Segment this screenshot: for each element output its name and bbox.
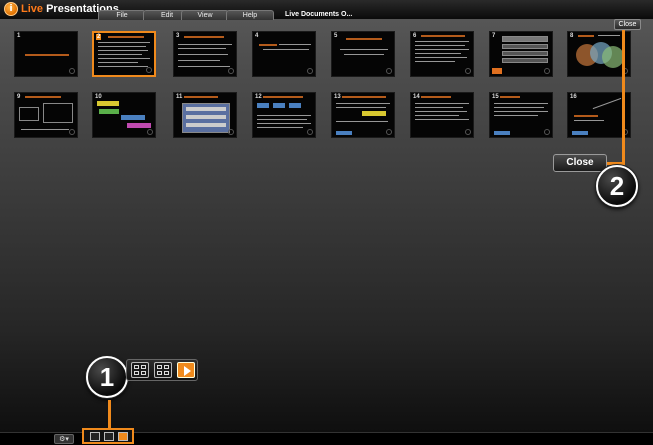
slide-number: 8 bbox=[570, 33, 574, 39]
slide-corner-icon bbox=[228, 68, 234, 74]
slide-number: 11 bbox=[176, 94, 183, 100]
slide-thumb-9[interactable]: 9 bbox=[14, 92, 78, 138]
callout-2-line bbox=[622, 30, 625, 162]
slide-corner-icon bbox=[146, 67, 152, 73]
slide-thumb-11[interactable]: 11 bbox=[173, 92, 237, 138]
slide-corner-icon bbox=[544, 68, 550, 74]
slide-thumb-10[interactable]: 10 bbox=[92, 92, 156, 138]
slide-corner-icon bbox=[307, 129, 313, 135]
slide-number: 6 bbox=[413, 33, 417, 39]
slide-corner-icon bbox=[465, 68, 471, 74]
slide-number: 7 bbox=[492, 33, 496, 39]
slide-corner-icon bbox=[147, 129, 153, 135]
slide-corner-icon bbox=[386, 129, 392, 135]
slide-corner-icon bbox=[544, 129, 550, 135]
slide-number: 16 bbox=[570, 94, 577, 100]
list-view-button[interactable] bbox=[131, 362, 149, 378]
play-icon bbox=[184, 366, 191, 376]
slide-thumb-15[interactable]: 15 bbox=[489, 92, 553, 138]
slide-number: 3 bbox=[176, 33, 180, 39]
slide-thumb-12[interactable]: 12 bbox=[252, 92, 316, 138]
slide-thumb-2[interactable]: 2 bbox=[92, 31, 156, 77]
close-callout-label: Close bbox=[553, 154, 607, 172]
live-presentations-window: i Live Presentations File Edit View Help… bbox=[0, 0, 653, 445]
grid-view-button[interactable] bbox=[154, 362, 172, 378]
slide-corner-icon bbox=[386, 68, 392, 74]
slide-number: 10 bbox=[95, 94, 102, 100]
slide-thumb-6[interactable]: 6 bbox=[410, 31, 474, 77]
slide-number: 4 bbox=[255, 33, 259, 39]
slide-number: 12 bbox=[255, 94, 262, 100]
tools-menu-button[interactable]: ⚙▾ bbox=[54, 434, 74, 444]
slide-thumb-1[interactable]: 1 bbox=[14, 31, 78, 77]
slide-number: 1 bbox=[17, 33, 21, 39]
callout-badge-2: 2 bbox=[596, 165, 638, 207]
slide-number: 9 bbox=[17, 94, 21, 100]
view-switch-play-icon[interactable] bbox=[118, 432, 128, 441]
callout-badge-1: 1 bbox=[86, 356, 128, 398]
slide-thumb-14[interactable]: 14 bbox=[410, 92, 474, 138]
view-switch-grid-icon[interactable] bbox=[104, 432, 114, 441]
callout-1-line bbox=[108, 400, 111, 430]
slide-number: 13 bbox=[334, 94, 341, 100]
slide-corner-icon bbox=[228, 129, 234, 135]
slide-thumb-4[interactable]: 4 bbox=[252, 31, 316, 77]
slide-number: 14 bbox=[413, 94, 420, 100]
slide-thumb-3[interactable]: 3 bbox=[173, 31, 237, 77]
slide-thumb-5[interactable]: 5 bbox=[331, 31, 395, 77]
slide-corner-icon bbox=[69, 68, 75, 74]
slide-corner-icon bbox=[465, 129, 471, 135]
slide-thumb-13[interactable]: 13 bbox=[331, 92, 395, 138]
view-mode-popup bbox=[126, 359, 198, 381]
slide-number: 2 bbox=[96, 34, 102, 40]
slide-number: 5 bbox=[334, 33, 338, 39]
view-switcher bbox=[82, 428, 134, 444]
view-switch-list-icon[interactable] bbox=[90, 432, 100, 441]
slide-corner-icon bbox=[307, 68, 313, 74]
slide-corner-icon bbox=[69, 129, 75, 135]
play-slideshow-button[interactable] bbox=[177, 362, 195, 378]
slide-number: 15 bbox=[492, 94, 499, 100]
slide-thumb-7[interactable]: 7 bbox=[489, 31, 553, 77]
slide-sorter: 1 2 3 4 5 6 7 8 9 10 11 12 13 14 15 16 bbox=[0, 0, 653, 140]
